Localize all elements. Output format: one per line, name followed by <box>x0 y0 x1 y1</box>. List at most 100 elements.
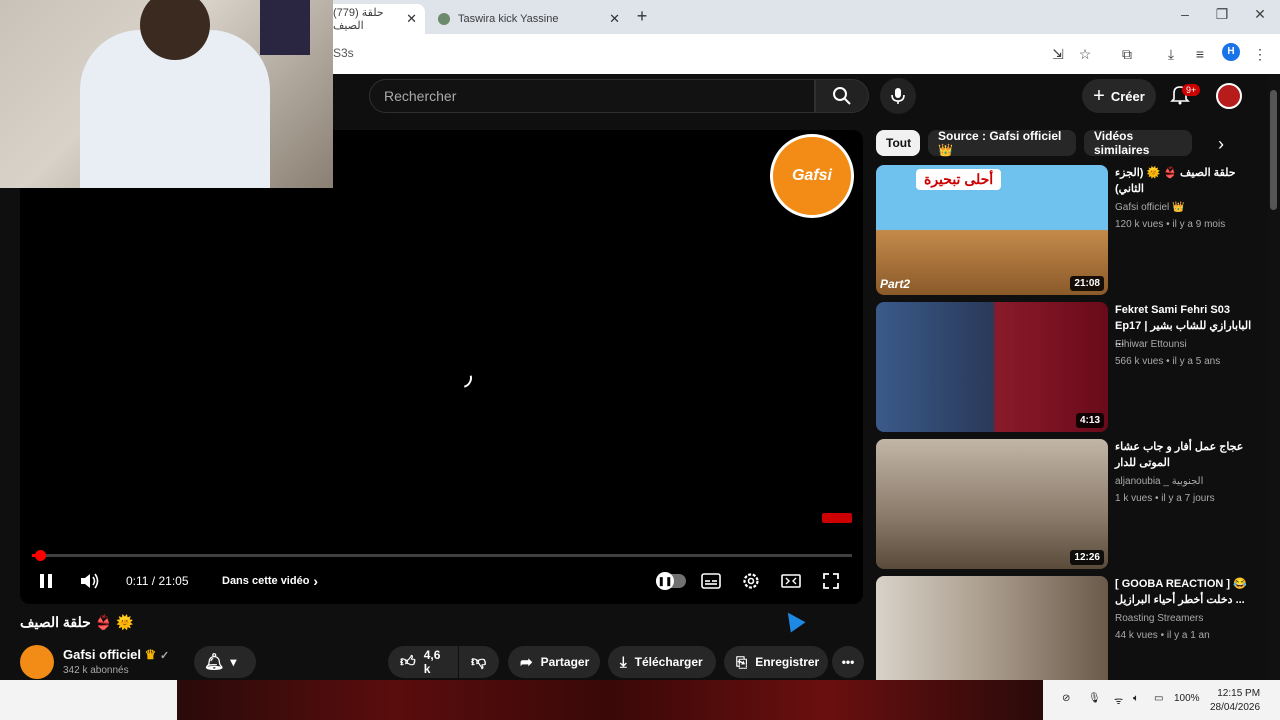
subtitles-button[interactable] <box>700 570 722 592</box>
thumb-overlay-text: أحلى تبحيرة <box>916 169 1002 190</box>
chip-all[interactable]: Tout <box>876 130 920 156</box>
video-player[interactable] <box>20 130 863 604</box>
create-button[interactable]: + Créer <box>1082 79 1156 113</box>
channel-name[interactable]: Gafsi officiel ♛ ✓ <box>63 647 169 663</box>
search-button[interactable] <box>815 79 869 113</box>
channel-avatar[interactable] <box>20 645 54 679</box>
volume-icon <box>81 573 99 589</box>
bookmark-star-icon[interactable]: ☆ <box>1075 44 1095 64</box>
channel-logo-overlay: Gafsi <box>770 134 854 218</box>
minimize-button[interactable]: – <box>1170 6 1200 22</box>
rec-thumbnail-4[interactable] <box>876 576 1108 680</box>
url-text[interactable]: S3s <box>333 46 354 60</box>
theater-icon <box>781 574 801 588</box>
clock[interactable]: 12:15 PM 28/04/2026 <box>1210 687 1260 715</box>
tab-favicon-icon <box>438 13 450 25</box>
plus-icon: + <box>1093 84 1105 107</box>
rec-thumbnail-1[interactable]: أحلى تبحيرة Part2 21:08 <box>876 165 1108 295</box>
rec-title-1[interactable]: حلقة الصيف 👙 🌞 (الجزء الثاني) <box>1115 165 1255 197</box>
dislike-button[interactable]: 👎︎ <box>459 646 499 678</box>
subtitles-icon <box>701 573 721 589</box>
chip-source[interactable]: Source : Gafsi officiel 👑 <box>928 129 1076 157</box>
rec-meta-4: 44 k vues • il y a 1 an <box>1115 630 1210 641</box>
install-app-icon[interactable]: ⇲ <box>1048 44 1068 64</box>
youtube-watermark-icon[interactable] <box>822 513 852 523</box>
chip-similar[interactable]: Vidéos similaires <box>1084 129 1192 157</box>
autoplay-toggle-track: ❚❚ <box>656 572 686 590</box>
downloads-icon[interactable]: ⤓ <box>1161 44 1181 64</box>
rec-title-3[interactable]: عجاج عمل أفار و جاب عشاء الموتى للدار <box>1115 439 1255 471</box>
voice-search-button[interactable] <box>880 78 916 114</box>
video-title: حلقة الصيف 👙 🌞 <box>20 614 134 630</box>
download-icon: ⤓ <box>620 653 627 671</box>
extensions-icon[interactable]: ⧉ <box>1117 44 1137 64</box>
thumb-image <box>876 576 1108 680</box>
close-window-button[interactable]: ✕ <box>1245 6 1275 23</box>
time-display: 0:11 / 21:05 <box>126 574 189 588</box>
like-count: 4,6 k <box>423 648 441 676</box>
rec-thumbnail-2[interactable]: 4:13 <box>876 302 1108 432</box>
microphone-icon <box>891 88 905 104</box>
pause-button[interactable] <box>35 570 57 592</box>
speaker-icon[interactable]: 🔈︎ <box>1133 693 1139 704</box>
vpn-icon[interactable]: ⊘ <box>1062 693 1070 704</box>
restore-button[interactable]: ❐ <box>1207 6 1237 23</box>
search-box <box>369 79 815 113</box>
more-horizontal-icon: ••• <box>841 655 855 669</box>
rec-thumbnail-3[interactable]: 12:26 <box>876 439 1108 569</box>
rec-channel-3[interactable]: aljanoubia _ الجنوبية <box>1115 476 1203 487</box>
verified-icon: ✓ <box>159 650 170 662</box>
rec-channel-1[interactable]: Gafsi officiel 👑 <box>1115 202 1185 213</box>
new-tab-button[interactable]: + <box>632 6 652 27</box>
chips-next-arrow-icon[interactable]: › <box>1218 134 1224 155</box>
menu-kebab-icon[interactable]: ⋮ <box>1250 44 1270 64</box>
chevron-down-icon: ▾ <box>230 655 237 669</box>
theater-mode-button[interactable] <box>780 570 802 592</box>
autoplay-toggle[interactable]: ❚❚ <box>656 570 686 592</box>
thumbs-up-icon: 👍︎ <box>400 653 416 670</box>
progress-bar[interactable] <box>32 554 852 557</box>
crown-icon: ♛ <box>144 647 157 662</box>
pause-small-icon: ❚❚ <box>656 572 674 590</box>
save-label: Enregistrer <box>755 655 820 669</box>
account-avatar[interactable] <box>1216 83 1242 109</box>
close-tab-icon[interactable]: ✕ <box>609 11 620 27</box>
microphone-tray-icon[interactable]: 🎙︎ <box>1088 693 1101 704</box>
download-button[interactable]: ⤓ Télécharger <box>608 646 716 678</box>
settings-button[interactable] <box>740 570 762 592</box>
thumb-image <box>876 302 1108 432</box>
profile-avatar[interactable]: H <box>1222 43 1240 61</box>
media-control-icon[interactable]: ≡ <box>1190 44 1210 64</box>
duration-badge: 12:26 <box>1070 550 1104 565</box>
search-icon <box>833 87 851 105</box>
wifi-icon[interactable]: ᯤ <box>1114 693 1123 707</box>
scrollbar-thumb[interactable] <box>1270 90 1277 210</box>
subscriber-count: 342 k abonnés <box>63 665 129 676</box>
close-tab-icon[interactable]: ✕ <box>406 11 417 27</box>
like-button[interactable]: 👍︎ 4,6 k <box>388 646 458 678</box>
rec-channel-4[interactable]: Roasting Streamers <box>1115 613 1203 624</box>
subscription-bell-button[interactable]: 🔔︎ ▾ <box>194 646 256 678</box>
battery-icon[interactable]: ▭ <box>1154 693 1163 704</box>
chevron-right-icon: › <box>313 573 319 589</box>
fullscreen-button[interactable] <box>820 570 842 592</box>
rec-title-4[interactable]: [ GOOBA REACTION ] 😂 دخلت أخطر أحياء الب… <box>1115 576 1255 608</box>
share-button[interactable]: ➦ Partager <box>508 646 600 678</box>
rec-meta-1: 120 k vues • il y a 9 mois <box>1115 219 1226 230</box>
pause-icon <box>40 574 52 588</box>
search-input[interactable] <box>370 80 814 112</box>
gear-icon <box>743 573 759 589</box>
tab-second[interactable]: Taswira kick Yassine ✕ <box>430 4 628 34</box>
tab-active[interactable]: (779) حلقة الصيف ✕ <box>325 4 425 34</box>
thumbs-down-icon: 👎︎ <box>471 653 487 670</box>
save-button[interactable]: ⎘ Enregistrer <box>724 646 828 678</box>
duration-badge: 21:08 <box>1070 276 1104 291</box>
clock-time: 12:15 PM <box>1217 688 1261 699</box>
more-actions-button[interactable]: ••• <box>832 646 864 678</box>
rec-meta-3: 1 k vues • il y a 7 jours <box>1115 493 1215 504</box>
duration-badge: 4:13 <box>1075 413 1104 428</box>
mouse-cursor-icon <box>780 607 806 633</box>
volume-button[interactable] <box>79 570 101 592</box>
in-video-button[interactable]: Dans cette vidéo › <box>222 570 318 592</box>
rec-channel-2[interactable]: Elhiwar Ettounsi <box>1115 339 1187 350</box>
